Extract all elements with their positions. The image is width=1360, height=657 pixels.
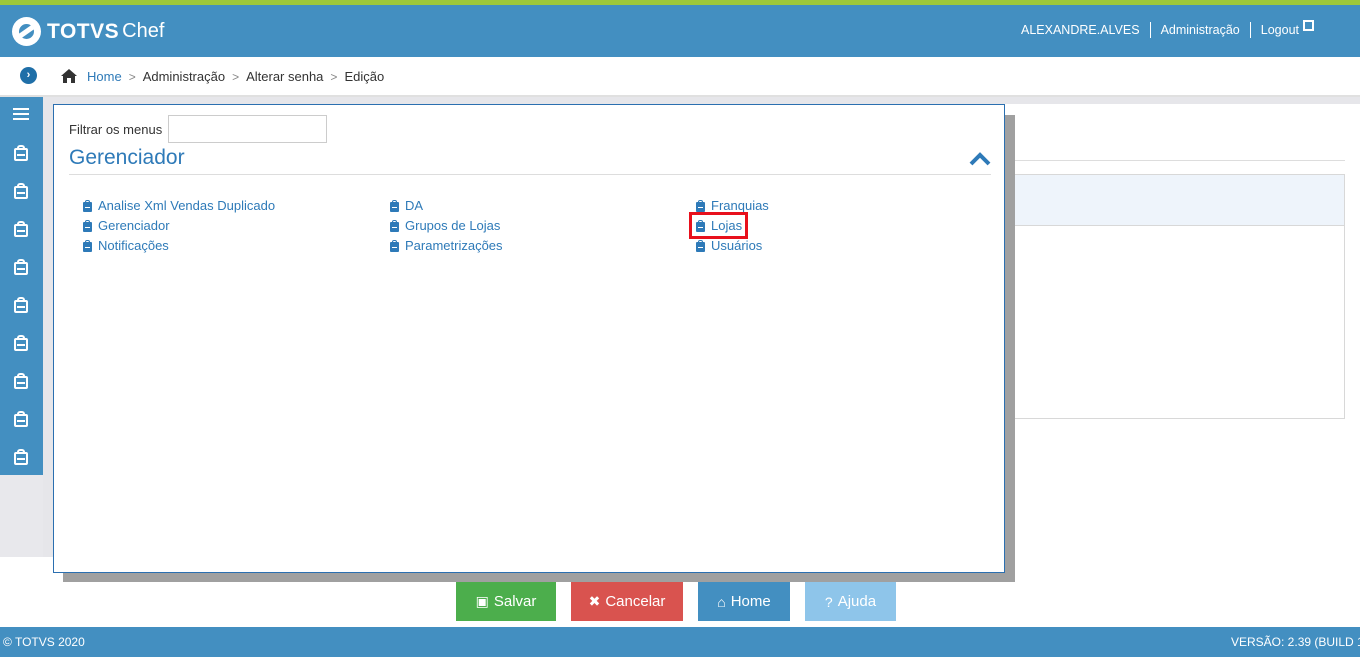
- breadcrumb-item: Alterar senha: [246, 69, 324, 84]
- menu-item[interactable]: Usuários: [696, 238, 762, 253]
- menu-item-icon: [390, 219, 399, 232]
- save-icon: ▣: [475, 593, 489, 609]
- administration-link[interactable]: Administração: [1161, 23, 1240, 37]
- menu-item-label: Gerenciador: [98, 218, 170, 233]
- divider: [1249, 22, 1251, 38]
- totvs-logo-icon: [12, 17, 41, 46]
- sidebar-module-icon[interactable]: [13, 335, 29, 351]
- menu-item-label: Grupos de Lojas: [405, 218, 501, 233]
- cancel-button[interactable]: ✖ Cancelar: [571, 582, 683, 621]
- sidebar-module-icon[interactable]: [13, 145, 29, 161]
- menu-item-label: Parametrizações: [405, 238, 503, 253]
- sidebar-footer-area: [0, 475, 43, 557]
- sidebar-toggle-icon[interactable]: ›: [20, 67, 37, 84]
- brand-name: TOTVS: [47, 19, 120, 43]
- form-box-header: [1005, 175, 1344, 226]
- sidebar-module-icon[interactable]: [13, 373, 29, 389]
- save-label: Salvar: [493, 593, 537, 610]
- breadcrumb-item: Administração: [142, 69, 226, 84]
- breadcrumb-bar: › Home > Administração > Alterar senha >…: [0, 57, 1360, 97]
- sidebar-module-icon[interactable]: [13, 297, 29, 313]
- save-button[interactable]: ▣ Salvar: [456, 582, 556, 621]
- sidebar-module-icon[interactable]: [13, 221, 29, 237]
- divider: [1149, 22, 1151, 38]
- menu-item[interactable]: Parametrizações: [390, 238, 503, 253]
- menu-item[interactable]: Grupos de Lojas: [390, 218, 500, 233]
- menu-item-label: Usuários: [711, 238, 763, 253]
- menu-item-label: Franquias: [711, 198, 769, 213]
- help-button[interactable]: ? Ajuda: [805, 582, 896, 621]
- menu-item[interactable]: Franquias: [696, 198, 769, 213]
- menu-item[interactable]: Notificações: [83, 238, 169, 253]
- sidebar-module-icon[interactable]: [13, 411, 29, 427]
- logout-icon: [1303, 20, 1314, 31]
- highlight-box: [689, 212, 748, 239]
- breadcrumb-item: Edição: [344, 69, 385, 84]
- logout-label: Logout: [1260, 23, 1299, 37]
- menu-item-icon: [83, 199, 92, 212]
- user-menu: ALEXANDRE.ALVES Administração Logout: [1021, 20, 1314, 38]
- home-label: Home: [730, 593, 771, 610]
- copyright-text: © TOTVS 2020: [3, 635, 85, 649]
- section-title[interactable]: Gerenciador: [69, 146, 185, 170]
- home-icon: ⌂: [717, 593, 726, 610]
- menu-item-icon: [83, 239, 92, 252]
- menu-item[interactable]: Gerenciador: [83, 218, 170, 233]
- divider: [1004, 160, 1345, 161]
- menu-item-label: DA: [405, 198, 424, 213]
- top-navbar: TOTVS Chef ALEXANDRE.ALVES Administração…: [0, 5, 1360, 57]
- divider: [69, 174, 991, 175]
- home-button[interactable]: ⌂ Home: [698, 582, 790, 621]
- menu-item-icon: [83, 219, 92, 232]
- username-link[interactable]: ALEXANDRE.ALVES: [1021, 23, 1140, 37]
- menu-item-label: Analise Xml Vendas Duplicado: [98, 198, 276, 213]
- menu-item-icon: [390, 239, 399, 252]
- menu-item-label: Notificações: [98, 238, 169, 253]
- breadcrumb: Home > Administração > Alterar senha > E…: [87, 69, 384, 84]
- cancel-label: Cancelar: [605, 593, 666, 610]
- filter-menus-input[interactable]: [168, 115, 327, 143]
- hamburger-menu-icon[interactable]: [13, 108, 29, 123]
- sidebar-module-icon[interactable]: [13, 259, 29, 275]
- menu-popup: Filtrar os menus Gerenciador: [53, 104, 1005, 573]
- help-icon: ?: [824, 593, 833, 610]
- sidebar-module-icon[interactable]: [13, 183, 29, 199]
- menu-item-icon: [390, 199, 399, 212]
- filter-menus-label: Filtrar os menus: [69, 122, 163, 137]
- form-box: [1004, 174, 1345, 419]
- help-label: Ajuda: [837, 593, 877, 610]
- menu-item-icon: [696, 239, 705, 252]
- version-text: VERSÃO: 2.39 (BUILD 1: [1231, 635, 1360, 649]
- chevron-up-icon[interactable]: [969, 152, 991, 166]
- menu-item-icon: [696, 199, 705, 212]
- sidebar: [0, 97, 43, 475]
- breadcrumb-home-link[interactable]: Home: [87, 69, 122, 84]
- menu-item[interactable]: Analise Xml Vendas Duplicado: [83, 198, 275, 213]
- sidebar-module-icon[interactable]: [13, 449, 29, 465]
- cancel-icon: ✖: [588, 593, 601, 609]
- logout-link[interactable]: Logout: [1260, 20, 1314, 37]
- chevron-right-icon: >: [232, 69, 240, 84]
- chevron-right-icon: >: [330, 69, 338, 84]
- home-icon[interactable]: [60, 68, 78, 84]
- main-form-panel: [1004, 104, 1360, 557]
- menu-item[interactable]: DA: [390, 198, 423, 213]
- footer: © TOTVS 2020 VERSÃO: 2.39 (BUILD 1: [0, 627, 1360, 657]
- product-name: Chef: [122, 20, 165, 42]
- chevron-right-icon: >: [128, 69, 136, 84]
- app-logo[interactable]: TOTVS Chef: [12, 17, 164, 46]
